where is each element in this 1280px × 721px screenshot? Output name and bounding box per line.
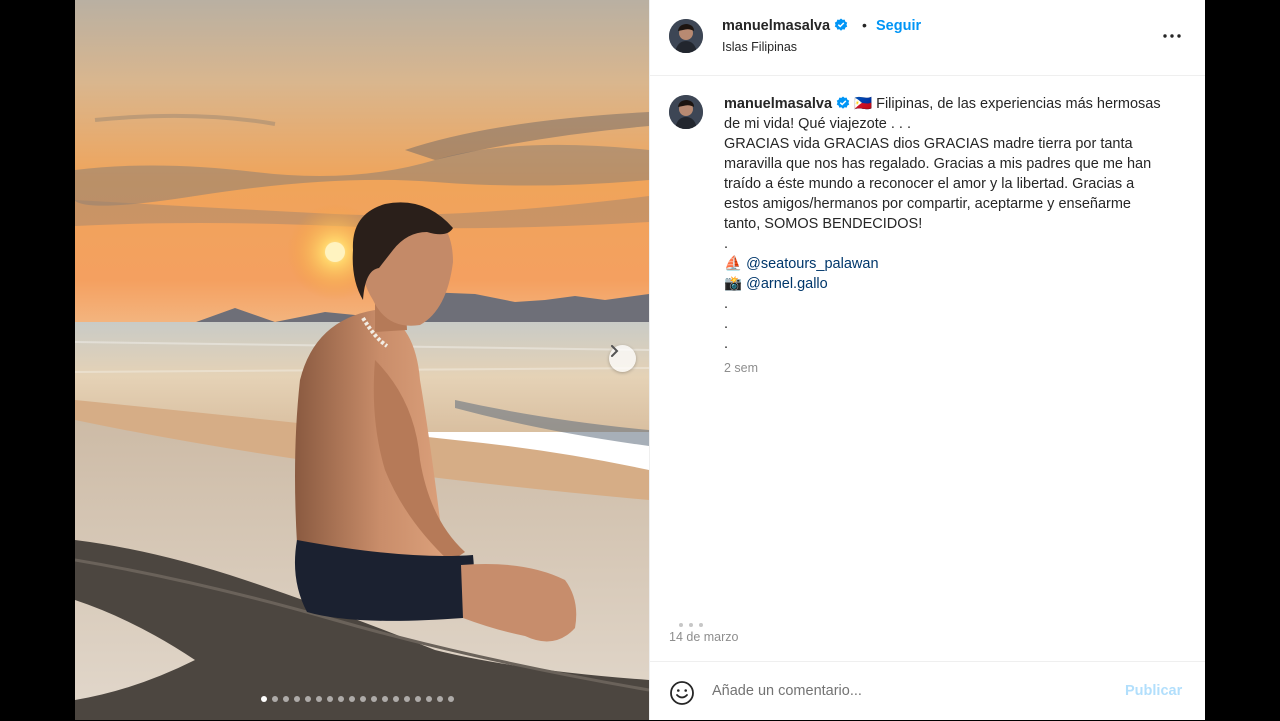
caption-text: GRACIAS vida GRACIAS dios GRACIAS madre …: [724, 136, 1152, 232]
carousel-dot: [272, 696, 278, 702]
carousel-indicator: [261, 696, 454, 702]
carousel-dot: [283, 696, 289, 702]
post-side-panel: manuelmasalva • Seguir Islas Filipinas m…: [649, 0, 1205, 720]
post-date[interactable]: 14 de marzo: [669, 630, 738, 644]
emoji-smiley-icon[interactable]: [669, 680, 695, 706]
follow-button[interactable]: Seguir: [876, 18, 921, 34]
carousel-dot: [382, 696, 388, 702]
post-caption: manuelmasalva 🇵🇭 Filipinas, de las exper…: [724, 94, 1164, 354]
publish-button[interactable]: Publicar: [1125, 683, 1182, 699]
post-photo[interactable]: [75, 0, 649, 720]
carousel-dot: [426, 696, 432, 702]
mention-link[interactable]: @arnel.gallo: [746, 276, 828, 292]
carousel-next-button[interactable]: [609, 345, 636, 372]
separator-dot: •: [862, 17, 867, 33]
post-modal: manuelmasalva • Seguir Islas Filipinas m…: [75, 0, 1205, 720]
sailboat-emoji: ⛵: [724, 256, 743, 272]
chevron-right-icon: [611, 345, 619, 357]
carousel-dot: [327, 696, 333, 702]
carousel-dot: [360, 696, 366, 702]
avatar-image: [669, 19, 703, 53]
carousel-dot: [404, 696, 410, 702]
carousel-dot: [261, 696, 267, 702]
caption-text: .: [724, 236, 729, 252]
username[interactable]: manuelmasalva: [722, 18, 830, 34]
comment-input[interactable]: [712, 678, 1102, 704]
username-link[interactable]: manuelmasalva: [722, 18, 848, 34]
carousel-dot: [415, 696, 421, 702]
comment-bar: Publicar: [650, 661, 1205, 721]
mention-link[interactable]: @seatours_palawan: [746, 256, 878, 272]
sunset-beach-photo: [75, 0, 649, 720]
caption-text: .: [724, 296, 729, 312]
caption-text: .: [724, 336, 729, 352]
carousel-dot: [448, 696, 454, 702]
carousel-dot: [338, 696, 344, 702]
post-time-ago[interactable]: 2 sem: [724, 361, 758, 375]
more-options-icon[interactable]: [1160, 24, 1184, 48]
avatar-image: [669, 95, 703, 129]
caption-avatar[interactable]: [669, 95, 703, 129]
post-header: manuelmasalva • Seguir Islas Filipinas: [650, 0, 1205, 76]
mention-line: ⛵ @seatours_palawan: [724, 254, 1164, 274]
mention-line: 📸 @arnel.gallo: [724, 274, 1164, 294]
location-link[interactable]: Islas Filipinas: [722, 40, 797, 54]
caption-username[interactable]: manuelmasalva: [724, 96, 832, 112]
caption-line: manuelmasalva 🇵🇭 Filipinas, de las exper…: [724, 94, 1164, 134]
carousel-dot: [316, 696, 322, 702]
carousel-dot: [305, 696, 311, 702]
caption-text: .: [724, 316, 729, 332]
verified-badge-icon: [836, 96, 850, 109]
carousel-dot: [371, 696, 377, 702]
carousel-dot: [349, 696, 355, 702]
avatar[interactable]: [669, 19, 703, 53]
carousel-dot: [294, 696, 300, 702]
loading-indicator: [679, 623, 703, 627]
carousel-dot: [437, 696, 443, 702]
verified-badge-icon: [834, 18, 848, 31]
carousel-dot: [393, 696, 399, 702]
camera-emoji: 📸: [724, 276, 743, 292]
